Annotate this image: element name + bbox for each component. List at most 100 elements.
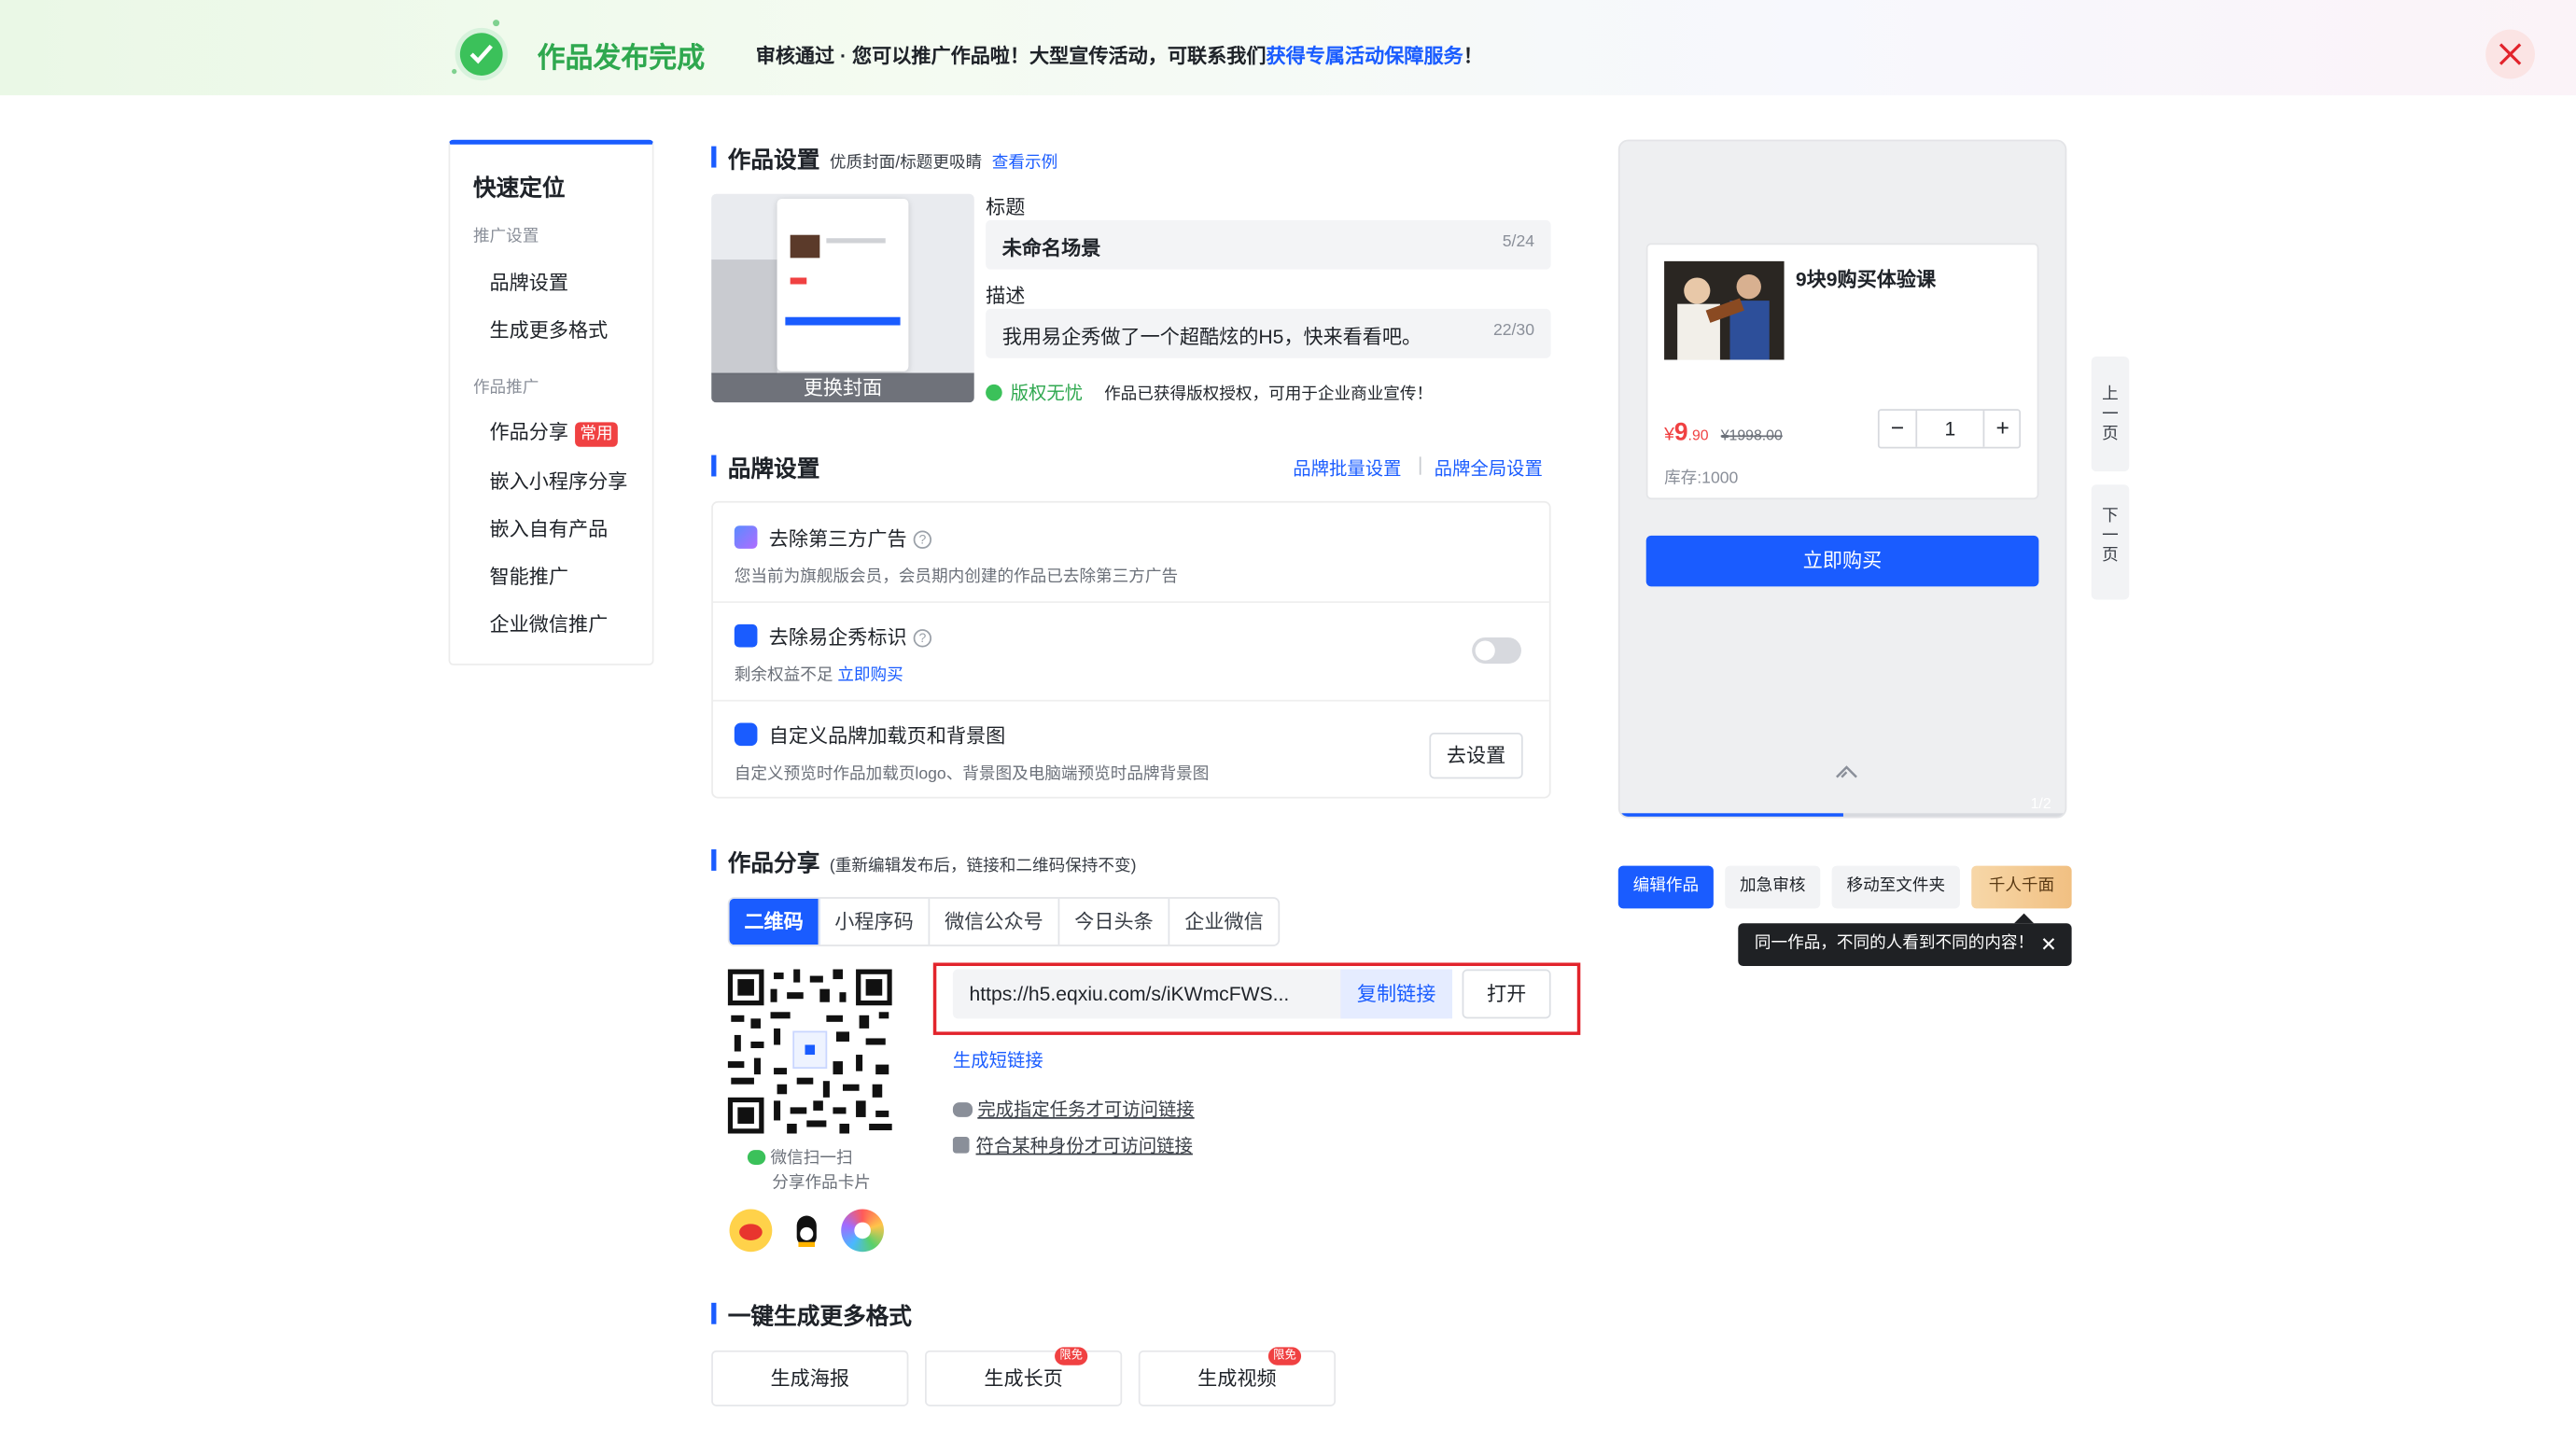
view-example-link[interactable]: 查看示例 [992,154,1057,172]
urgent-review-button[interactable]: 加急审核 [1725,865,1821,909]
help-icon[interactable]: ? [913,530,932,549]
banner-title: 作品发布完成 [537,42,706,75]
product-image [1664,260,1785,360]
product-title: 9块9购买体验课 [1795,267,1937,291]
buy-now-button[interactable]: 立即购买 [1645,535,2039,587]
qr-caption-scan: 微信扫一扫 [747,1143,853,1169]
check-circle-icon [986,384,1002,401]
moments-icon[interactable] [841,1209,884,1253]
prev-page-button[interactable]: 上一页 [2091,356,2130,472]
wechat-icon [747,1150,766,1165]
help-icon[interactable]: ? [913,629,932,648]
original-price: ¥1998.00 [1720,427,1783,444]
nav-item-smart-promotion[interactable]: 智能推广 [490,562,569,590]
check-circle-icon [459,33,503,76]
share-tabs: 二维码 小程序码 微信公众号 今日头条 企业微信 [727,897,1281,946]
personalized-tooltip: 同一作品，不同的人看到不同的内容！ ✕ [1738,923,2072,966]
nav-item-brand-settings[interactable]: 品牌设置 [490,268,569,296]
preview-progress-track [1619,813,2065,817]
brand-settings-heading: 品牌设置 [711,452,819,484]
nav-group-label: 推广设置 [472,228,539,247]
remove-logo-toggle[interactable] [1472,637,1521,665]
description-char-count: 22/30 [1492,321,1535,341]
ad-free-icon [734,525,758,549]
page-indicator: 1/2 [2030,794,2051,812]
custom-loading-row: 自定义品牌加载页和背景图 自定义预览时作品加载页logo、背景图及电脑端预览时品… [713,700,1549,799]
loading-page-icon [734,722,758,747]
generate-long-page-button[interactable]: 生成长页 限免 [924,1347,1123,1407]
cover-thumbnail[interactable]: 更换封面 [711,193,974,403]
close-banner-button[interactable] [2485,29,2535,79]
quantity-stepper: − 1 + [1877,409,2022,449]
nav-item-work-share[interactable]: 作品分享 常用 [490,417,618,447]
tab-miniprogram-code[interactable]: 小程序码 [819,898,931,945]
generate-short-link[interactable]: 生成短链接 [953,1046,1043,1072]
tab-wechat-official[interactable]: 微信公众号 [930,898,1060,945]
quantity-value[interactable]: 1 [1917,411,1982,447]
brand-global-settings-link[interactable]: 品牌全局设置 [1435,455,1543,482]
nav-group-label: 作品推广 [472,379,539,398]
open-link-button[interactable]: 打开 [1462,969,1551,1019]
generate-video-button[interactable]: 生成视频 限免 [1138,1347,1337,1407]
swipe-hint-icon [1833,759,1857,778]
tab-toutiao[interactable]: 今日头条 [1059,898,1170,945]
qq-icon[interactable] [785,1209,829,1253]
title-label: 标题 [986,195,1026,219]
quick-nav-title: 快速定位 [472,174,566,201]
minus-button[interactable]: − [1880,411,1918,447]
nav-item-embed-product[interactable]: 嵌入自有产品 [490,514,609,542]
sparkle-icon [452,68,457,75]
generate-poster-button[interactable]: 生成海报 [711,1350,909,1407]
nav-item-miniprogram-share[interactable]: 嵌入小程序分享 [490,467,628,495]
sparkle-icon [493,20,500,27]
logo-mark-icon [734,623,758,648]
nav-item-more-formats[interactable]: 生成更多格式 [490,315,609,343]
next-page-button[interactable]: 下一页 [2091,484,2130,600]
work-share-heading: 作品分享 (重新编辑发布后，链接和二维码保持不变) [711,847,1136,879]
brand-batch-settings-link[interactable]: 品牌批量设置 [1293,455,1401,482]
free-tag: 限免 [1055,1347,1088,1365]
copyright-notice: 版权无忧 作品已获得版权授权，可用于企业商业宣传！ [986,380,1433,406]
tab-wecom[interactable]: 企业微信 [1169,899,1278,945]
success-banner: 作品发布完成 审核通过 · 您可以推广作品啦！大型宣传活动，可联系我们获得专属活… [0,0,2576,96]
share-qr-code [727,969,892,1134]
more-formats-heading: 一键生成更多格式 [711,1299,912,1332]
buy-now-link[interactable]: 立即购买 [837,667,903,685]
preview-progress-fill [1619,813,1843,817]
quick-nav: 快速定位 推广设置 品牌设置 生成更多格式 作品推广 作品分享 常用 嵌入小程序分… [448,139,654,665]
qr-caption-card: 分享作品卡片 [772,1174,871,1193]
weibo-icon[interactable] [729,1209,773,1253]
share-url-field[interactable]: https://h5.eqxiu.com/s/iKWmcFWS... 复制链接 [952,969,1453,1019]
remove-ads-row: 去除第三方广告? 您当前为旗舰版会员，会员期内创建的作品已去除第三方广告 [712,503,1549,603]
personalized-content-button[interactable]: 千人千面 [1971,865,2072,909]
close-tooltip-icon[interactable]: ✕ [2040,923,2057,966]
product-price: ¥9.90 ¥1998.00 [1664,418,1783,447]
activity-service-link[interactable]: 获得专属活动保障服务 [1267,45,1463,68]
user-card-icon [952,1137,970,1154]
close-icon [2499,43,2522,65]
brand-settings-card: 去除第三方广告? 您当前为旗舰版会员，会员期内创建的作品已去除第三方广告 去除易… [711,500,1551,799]
title-char-count: 5/24 [1502,232,1535,252]
description-label: 描述 [986,284,1026,308]
remove-logo-row: 去除易企秀标识? 剩余权益不足 立即购买 [712,601,1549,702]
work-preview: 9块9购买体验课 ¥9.90 ¥1998.00 − 1 + 库存:1000 1/… [1617,139,2067,819]
nav-item-wecom-promotion[interactable]: 企业微信推广 [490,609,609,637]
wechat-icon [952,1102,973,1117]
cover-phone-preview [777,198,909,371]
identity-access-link[interactable]: 符合某种身份才可访问链接 [952,1132,1193,1158]
copy-link-button[interactable]: 复制链接 [1340,969,1453,1019]
change-cover-button[interactable]: 更换封面 [711,372,974,403]
edit-work-button[interactable]: 编辑作品 [1617,865,1714,909]
plus-button[interactable]: + [1982,411,2021,447]
go-settings-button[interactable]: 去设置 [1429,733,1523,779]
title-input[interactable]: 未命名场景 5/24 [986,219,1551,270]
move-to-folder-button[interactable]: 移动至文件夹 [1831,865,1960,909]
banner-message: 审核通过 · 您可以推广作品啦！大型宣传活动，可联系我们获得专属活动保障服务！ [755,44,1483,68]
free-tag: 限免 [1267,1347,1302,1365]
work-settings-heading: 作品设置 优质封面/标题更吸睛 查看示例 [711,143,1057,175]
stock-count: 库存:1000 [1664,469,1739,488]
tab-qrcode[interactable]: 二维码 [729,898,820,945]
task-access-link[interactable]: 完成指定任务才可访问链接 [952,1096,1195,1122]
common-badge: 常用 [575,422,618,447]
description-input[interactable]: 我用易企秀做了一个超酷炫的H5，快来看看吧。 22/30 [986,308,1551,358]
